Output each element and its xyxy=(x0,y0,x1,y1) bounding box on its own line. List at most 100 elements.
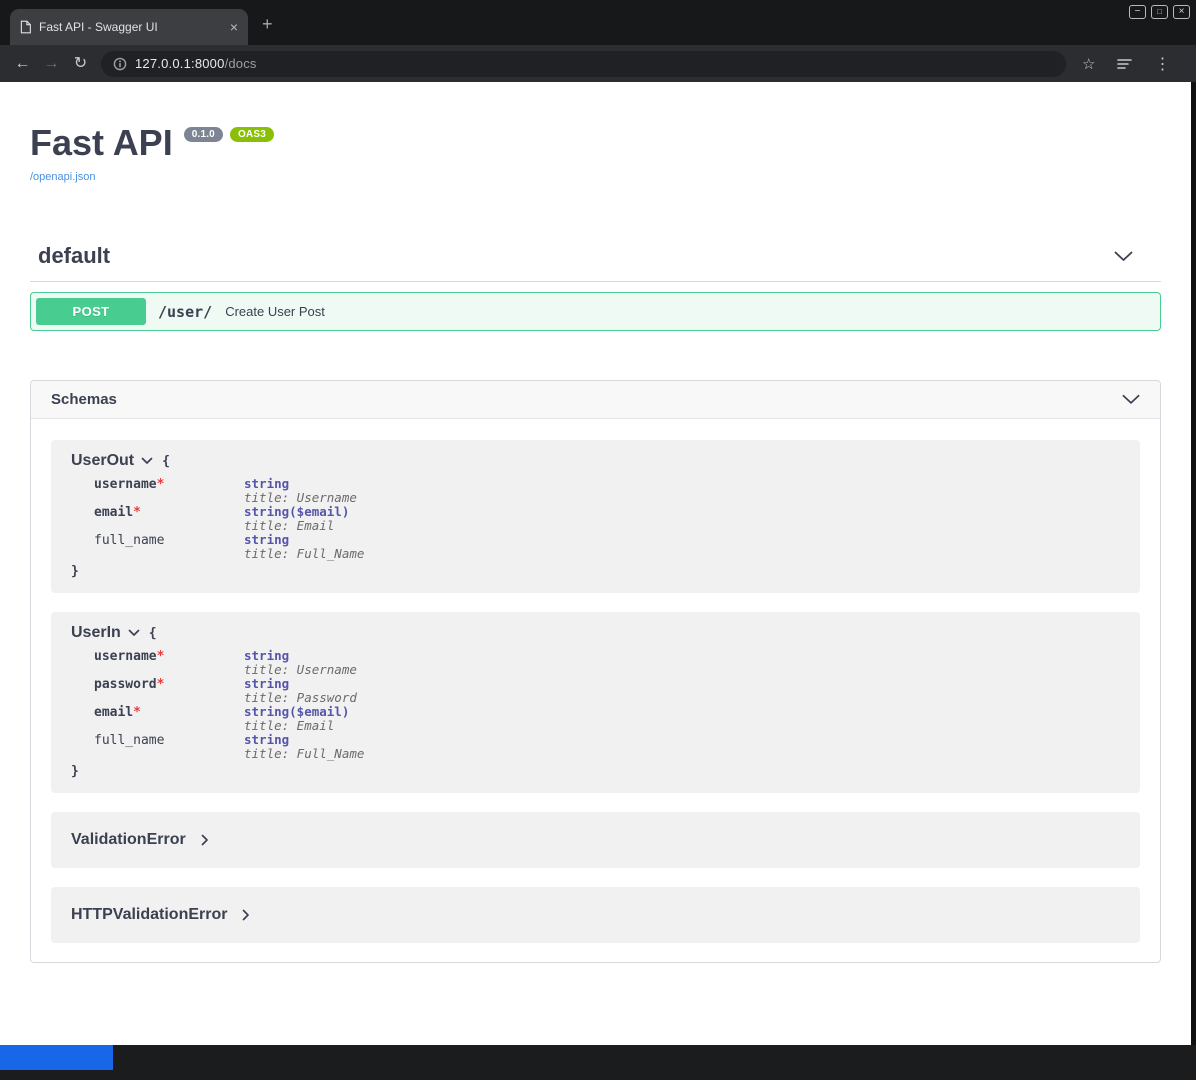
property-title: title: Full_Name xyxy=(244,547,364,561)
swagger-page: Fast API 0.1.0 OAS3 /openapi.json defaul… xyxy=(0,82,1191,1045)
model-title[interactable]: UserOut xyxy=(71,452,134,470)
open-brace: { xyxy=(149,626,157,641)
schema-model-validationerror: ValidationError xyxy=(51,812,1140,868)
schema-property-row: email* string($email) title: Email xyxy=(94,505,364,533)
taskbar xyxy=(0,1045,1196,1080)
window-controls: − □ × xyxy=(1129,5,1190,19)
url-path: /docs xyxy=(225,56,257,71)
property-title: title: Email xyxy=(244,519,364,533)
bookmark-star-icon[interactable]: ☆ xyxy=(1082,55,1095,73)
property-type: string($email) xyxy=(244,705,364,719)
model-title[interactable]: HTTPValidationError xyxy=(71,906,227,924)
property-name: password* xyxy=(94,677,244,705)
property-type: string xyxy=(244,649,364,663)
schemas-body: UserOut { username* string title: Userna… xyxy=(31,419,1160,943)
titlebar: Fast API - Swagger UI × + − □ × xyxy=(0,0,1196,45)
property-title: title: Username xyxy=(244,663,364,677)
property-type: string xyxy=(244,677,364,691)
maximize-button[interactable]: □ xyxy=(1151,5,1168,19)
toolbar-right: ☆ ⋮ xyxy=(1082,54,1170,74)
tab-close-icon[interactable]: × xyxy=(230,20,238,34)
schemas-title: Schemas xyxy=(51,391,117,408)
endpoint-summary: Create User Post xyxy=(225,304,325,319)
property-description: string title: Username xyxy=(244,649,364,677)
model-title-row: UserOut { xyxy=(71,452,1120,470)
browser-menu-icon[interactable]: ⋮ xyxy=(1154,54,1170,74)
property-name: email* xyxy=(94,505,244,533)
minimize-button[interactable]: − xyxy=(1129,5,1146,19)
tab-title: Fast API - Swagger UI xyxy=(39,20,222,34)
required-star: * xyxy=(157,649,165,664)
model-properties-table: username* string title: Username passwor… xyxy=(94,649,364,761)
schema-property-row: password* string title: Password xyxy=(94,677,364,705)
new-tab-button[interactable]: + xyxy=(262,15,273,33)
api-title-text: Fast API xyxy=(30,122,173,164)
model-title[interactable]: UserIn xyxy=(71,624,121,642)
toolbar-lines-icon[interactable] xyxy=(1116,57,1133,71)
property-description: string title: Password xyxy=(244,677,364,705)
schema-model-userin: UserIn { username* string title: Usernam… xyxy=(51,612,1140,793)
property-description: string title: Full_Name xyxy=(244,533,364,561)
url-host: 127.0.0.1:8000 xyxy=(135,56,225,71)
back-icon[interactable]: ← xyxy=(8,49,37,78)
reload-icon[interactable]: ↻ xyxy=(66,49,95,78)
endpoint-path: /user/ xyxy=(158,303,212,321)
site-info-icon[interactable] xyxy=(113,57,127,71)
url-text: 127.0.0.1:8000/docs xyxy=(135,56,257,71)
tag-section-default[interactable]: default xyxy=(30,237,1161,282)
close-button[interactable]: × xyxy=(1173,5,1190,19)
property-description: string($email) title: Email xyxy=(244,505,364,533)
required-star: * xyxy=(133,705,141,720)
model-properties-table: username* string title: Username email* … xyxy=(94,477,364,561)
property-name: full_name xyxy=(94,733,244,761)
property-name: username* xyxy=(94,649,244,677)
chevron-down-icon[interactable] xyxy=(128,629,140,637)
schema-property-row: email* string($email) title: Email xyxy=(94,705,364,733)
property-description: string title: Username xyxy=(244,477,364,505)
property-name: username* xyxy=(94,477,244,505)
open-brace: { xyxy=(162,454,170,469)
chevron-down-icon[interactable] xyxy=(141,457,153,465)
forward-icon[interactable]: → xyxy=(37,49,66,78)
chevron-right-icon[interactable] xyxy=(242,909,250,921)
page-title: Fast API 0.1.0 OAS3 xyxy=(30,122,1161,164)
property-description: string title: Full_Name xyxy=(244,733,364,761)
page-favicon-icon xyxy=(20,20,31,34)
model-title-row: HTTPValidationError xyxy=(71,906,1120,924)
required-star: * xyxy=(133,505,141,520)
property-type: string xyxy=(244,533,364,547)
schemas-section: Schemas UserOut { username* string title… xyxy=(30,380,1161,963)
close-brace: } xyxy=(71,764,1120,779)
opblock-summary[interactable]: POST /user/ Create User Post xyxy=(31,293,1160,330)
api-info: Fast API 0.1.0 OAS3 /openapi.json xyxy=(0,82,1191,185)
property-name: email* xyxy=(94,705,244,733)
schema-model-userout: UserOut { username* string title: Userna… xyxy=(51,440,1140,593)
opblock-post-user: POST /user/ Create User Post xyxy=(30,292,1161,331)
browser-window: Fast API - Swagger UI × + − □ × ← → ↻ 12… xyxy=(0,0,1196,1080)
chevron-down-icon[interactable] xyxy=(1114,251,1133,262)
property-type: string xyxy=(244,477,364,491)
tag-title: default xyxy=(38,243,110,269)
schema-property-row: username* string title: Username xyxy=(94,477,364,505)
schema-property-row: full_name string title: Full_Name xyxy=(94,733,364,761)
schemas-header[interactable]: Schemas xyxy=(31,381,1160,419)
required-star: * xyxy=(157,477,165,492)
chevron-right-icon[interactable] xyxy=(201,834,209,846)
chevron-down-icon[interactable] xyxy=(1122,394,1140,405)
property-title: title: Password xyxy=(244,691,364,705)
model-title-row: ValidationError xyxy=(71,831,1120,849)
property-type: string xyxy=(244,733,364,747)
property-title: title: Full_Name xyxy=(244,747,364,761)
model-title[interactable]: ValidationError xyxy=(71,831,186,849)
schema-property-row: full_name string title: Full_Name xyxy=(94,533,364,561)
taskbar-item-highlight[interactable] xyxy=(0,1045,113,1070)
browser-toolbar: ← → ↻ 127.0.0.1:8000/docs ☆ ⋮ xyxy=(0,45,1196,82)
browser-tab[interactable]: Fast API - Swagger UI × xyxy=(10,9,248,45)
address-bar[interactable]: 127.0.0.1:8000/docs xyxy=(101,51,1066,77)
schema-property-row: username* string title: Username xyxy=(94,649,364,677)
property-description: string($email) title: Email xyxy=(244,705,364,733)
openapi-spec-link[interactable]: /openapi.json xyxy=(30,171,95,183)
close-brace: } xyxy=(71,564,1120,579)
http-method-badge: POST xyxy=(36,298,146,325)
schema-model-httpvalidationerror: HTTPValidationError xyxy=(51,887,1140,943)
